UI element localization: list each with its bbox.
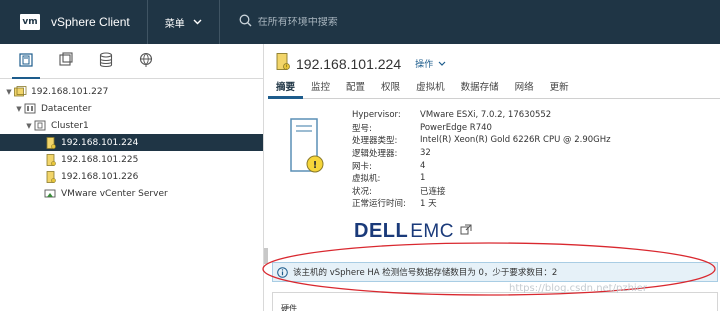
chevron-down-icon [438, 59, 446, 68]
navigator-tabs [0, 44, 263, 79]
property-key: 网卡: [352, 161, 372, 172]
vmware-logo: vm [20, 14, 40, 30]
network-icon [138, 52, 154, 71]
tab-storage[interactable] [88, 48, 124, 74]
app-title[interactable]: vSphere Client [51, 15, 130, 29]
host-icon [44, 136, 57, 149]
actions-button[interactable]: 操作 [415, 57, 446, 70]
property-key: 型号: [352, 123, 372, 134]
topbar-divider [146, 0, 148, 44]
property-row: 网卡: 4 [352, 159, 611, 172]
tree-item-label: Datacenter [41, 103, 92, 114]
property-row: 型号: PowerEdge R740 [352, 122, 611, 135]
menu-button[interactable]: 菜单 [165, 15, 202, 30]
chevron-down-icon [193, 17, 202, 28]
storage-icon [99, 51, 113, 71]
property-value: 1 天 [420, 199, 437, 210]
tree-item-label: 192.168.101.226 [61, 171, 139, 182]
host-properties: Hypervisor: VMware ESXi, 7.0.2, 17630552 … [352, 109, 611, 210]
cluster-icon [34, 120, 47, 131]
search-input[interactable] [257, 16, 418, 28]
object-header: ! 192.168.101.224 操作 [276, 53, 446, 74]
tab-vms[interactable]: 虚拟机 [408, 81, 453, 99]
tab-summary[interactable]: 摘要 [268, 81, 304, 99]
host-icon [44, 153, 57, 166]
inventory-tree: ▼ 192.168.101.227 ▼ Datacenter ▼ Cluster… [0, 79, 263, 202]
hosts-clusters-icon [18, 52, 34, 71]
property-value: 4 [420, 160, 426, 171]
property-value: 32 [420, 148, 431, 159]
tree-item-host-selected[interactable]: 192.168.101.224 [0, 134, 263, 151]
property-row: 正常运行时间: 1 天 [352, 197, 611, 210]
annotation-ellipse [258, 238, 720, 303]
property-value: VMware ESXi, 7.0.2, 17630552 [420, 110, 552, 121]
topbar-divider [218, 0, 220, 44]
property-key: 逻辑处理器: [352, 149, 398, 160]
vcenter-icon [14, 86, 27, 97]
property-key: 正常运行时间: [352, 199, 406, 210]
tree-item-label: Cluster1 [51, 120, 89, 131]
property-key: Hypervisor: [352, 110, 401, 121]
tree-item-cluster[interactable]: ▼ Cluster1 [0, 117, 263, 134]
property-key: 状况: [352, 186, 372, 197]
summary-section: ! Hypervisor: VMware ESXi, 7.0.2, 1763055… [268, 100, 720, 260]
global-search[interactable] [239, 14, 418, 30]
menu-label: 菜单 [164, 18, 185, 30]
top-navigation-bar: vm vSphere Client 菜单 [0, 0, 720, 44]
tree-item-host[interactable]: 192.168.101.226 [0, 168, 263, 185]
chevron-down-icon[interactable]: ▼ [24, 122, 34, 130]
property-row: 虚拟机: 1 [352, 172, 611, 185]
property-key: 处理器类型: [352, 136, 398, 147]
property-row: Hypervisor: VMware ESXi, 7.0.2, 17630552 [352, 109, 611, 122]
tree-item-datacenter[interactable]: ▼ Datacenter [0, 100, 263, 117]
tree-item-label: 192.168.101.227 [31, 86, 109, 97]
host-icon: ! [276, 53, 290, 74]
vms-templates-icon [58, 51, 74, 71]
tree-item-host[interactable]: 192.168.101.225 [0, 151, 263, 168]
tree-item-vm[interactable]: VMware vCenter Server [0, 185, 263, 202]
tab-updates[interactable]: 更新 [542, 81, 577, 99]
datacenter-icon [24, 103, 37, 114]
vm-icon [44, 188, 57, 199]
server-icon: ! [290, 118, 324, 179]
property-value: 1 [420, 173, 426, 184]
tab-monitor[interactable]: 监控 [303, 81, 338, 99]
tree-item-label: 192.168.101.225 [61, 154, 139, 165]
svg-text:!: ! [285, 64, 287, 70]
watermark-text: https://blog.csdn.net/pzhier [509, 283, 647, 294]
search-icon [239, 14, 252, 30]
tab-networking[interactable] [128, 48, 164, 74]
property-row: 逻辑处理器: 32 [352, 147, 611, 160]
chevron-down-icon[interactable]: ▼ [14, 105, 24, 113]
navigator-panel: ▼ 192.168.101.227 ▼ Datacenter ▼ Cluster… [0, 44, 264, 311]
page-title: 192.168.101.224 [296, 55, 402, 72]
tab-permissions[interactable]: 权限 [373, 81, 408, 99]
property-key: 虚拟机: [352, 174, 381, 185]
property-row: 处理器类型: Intel(R) Xeon(R) Gold 6226R CPU @ … [352, 134, 611, 147]
hardware-card-title: 硬件 [281, 304, 297, 311]
svg-text:!: ! [313, 160, 318, 171]
external-link-icon[interactable] [460, 224, 472, 239]
property-value: Intel(R) Xeon(R) Gold 6226R CPU @ 2.90GH… [420, 135, 611, 146]
object-tabs: 摘要 监控 配置 权限 虚拟机 数据存储 网络 更新 [268, 81, 720, 99]
tree-item-vcenter[interactable]: ▼ 192.168.101.227 [0, 83, 263, 100]
tab-hosts-and-clusters[interactable] [8, 48, 44, 79]
tree-item-label: VMware vCenter Server [61, 188, 168, 199]
tab-networks[interactable]: 网络 [507, 81, 542, 99]
actions-label: 操作 [415, 60, 434, 70]
tab-vms-and-templates[interactable] [48, 48, 84, 74]
tab-datastores[interactable]: 数据存储 [453, 81, 507, 99]
chevron-down-icon[interactable]: ▼ [4, 88, 14, 96]
property-row: 状况: 已连接 [352, 185, 611, 198]
host-icon [44, 170, 57, 183]
property-value: PowerEdge R740 [420, 122, 492, 133]
property-value: 已连接 [420, 186, 446, 197]
tab-configure[interactable]: 配置 [338, 81, 373, 99]
tree-item-label: 192.168.101.224 [61, 137, 139, 148]
